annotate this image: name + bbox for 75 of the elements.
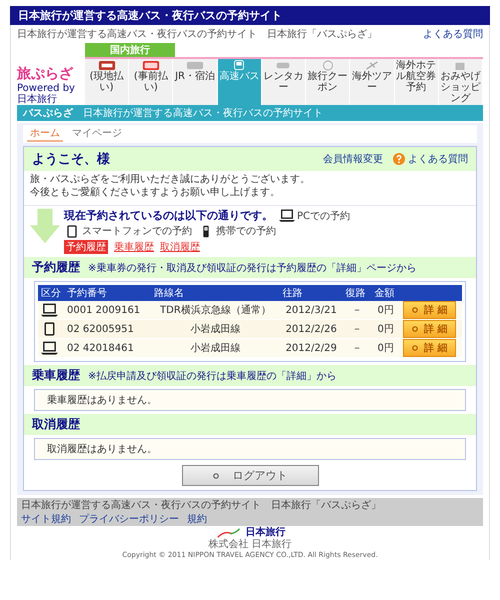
column-header: 往路 [280, 285, 343, 301]
table-cell: 0円 [371, 320, 400, 338]
section-note: ※払戻申請及び領収証の発行は乗車履歴の「詳細」から [88, 370, 336, 382]
help-link[interactable]: よくある質問 [423, 27, 483, 41]
header-link[interactable]: よくある質問 [393, 152, 468, 166]
badge-icon [98, 60, 116, 71]
table-cell: － [342, 338, 372, 358]
help-icon [393, 153, 405, 165]
site-logo[interactable]: 旅ぷらざ [17, 65, 81, 83]
sub-tagline: 日本旅行が運営する高速バス・夜行バスの予約サイト [83, 106, 323, 120]
table-cell: 0円 [371, 301, 400, 320]
logout-button[interactable]: ログアウト [182, 465, 318, 486]
nav-tab[interactable]: 海外ホテル航空券予約 [394, 59, 439, 105]
footer-logo: 日本旅行 [246, 527, 286, 538]
empty-message: 乗車履歴はありません。 [47, 395, 157, 406]
powered-by-text: Powered by 日本旅行 [17, 83, 76, 105]
table-cell: － [342, 320, 372, 338]
column-header: 金額 [371, 285, 400, 301]
swoosh-logo-icon [214, 528, 242, 538]
section-title: 乗車履歴 [32, 367, 80, 384]
footer-link[interactable]: サイト規約 [21, 512, 71, 526]
nav-tab[interactable]: 海外ツアー [350, 59, 395, 105]
table-cell: 2012/2/29 [280, 338, 343, 358]
nav-tab[interactable]: レンタカー [262, 59, 306, 105]
table-cell: 小岩成田線 [151, 320, 280, 338]
bullet-icon [412, 345, 418, 351]
table-cell: － [342, 301, 372, 320]
table-cell: 02 62005951 [64, 320, 152, 338]
empty-message: 取消履歴はありません。 [47, 444, 157, 455]
welcome-message: 旅・バスぷらざをご利用いただき誠にありがとうございます。 今後ともご愛顧くださいますようお願い申し上げます。 [24, 171, 476, 206]
column-header: 復路 [342, 285, 372, 301]
nav-tab[interactable]: (事前払い) [129, 59, 174, 105]
table-cell: 小岩成田線 [151, 338, 280, 358]
breadcrumb-tab[interactable]: ホーム [27, 126, 63, 142]
footer-tagline: 日本旅行が運営する高速バス・夜行バスの予約サイト 日本旅行「バスぷらざ」 [21, 498, 381, 512]
badge-icon [142, 60, 160, 71]
footer-link[interactable]: 規約 [187, 512, 207, 526]
history-tab[interactable]: 取消履歴 [160, 240, 200, 254]
column-header: 予約番号 [64, 285, 152, 301]
legend-label: PCでの予約 [297, 210, 350, 222]
nav-tab[interactable]: 旅行クーポン [306, 59, 350, 105]
bullet-icon [412, 307, 418, 313]
legend-label: スマートフォンでの予約 [82, 225, 192, 238]
history-tab[interactable]: 予約履歴 [64, 240, 108, 254]
down-arrow-icon [30, 208, 60, 244]
nav-tab[interactable]: おみやげショッピング [438, 59, 483, 105]
legend-label: 携帯での予約 [216, 224, 276, 238]
section-title: 予約履歴 [32, 259, 80, 276]
bullet-icon [412, 326, 418, 332]
column-header: 路線名 [151, 285, 280, 301]
section-note: ※乗車券の発行・取消及び領収証の発行は予約履歴の「詳細」ページから [88, 262, 416, 274]
section-title: 取消履歴 [32, 416, 80, 433]
header-link[interactable]: 会員情報変更 [323, 152, 383, 166]
table-cell: TDR横浜京急線（通常） [151, 301, 280, 320]
breadcrumb-tab[interactable]: マイページ [69, 126, 125, 142]
site-title: 日本旅行が運営する高速バス・夜行バスの予約サイト [18, 9, 282, 22]
nav-tab[interactable]: JR・宿泊 [173, 59, 218, 105]
nav-tab[interactable]: (現地払い) [85, 59, 130, 105]
table-cell: 2012/2/26 [280, 320, 343, 338]
table-cell: 0円 [371, 338, 400, 358]
nav-group-label: 国内旅行 [85, 43, 175, 57]
tagline: 日本旅行が運営する高速バス・夜行バスの予約サイト 日本旅行「バスぷらざ」 [17, 28, 377, 41]
company-name: 株式会社 日本旅行 [208, 539, 292, 551]
table-cell: 0001 2009161 [64, 301, 152, 320]
column-header: 区分 [38, 285, 64, 301]
footer-link[interactable]: プライバシーポリシー [79, 512, 179, 526]
laptop-icon [41, 341, 58, 355]
bullet-icon [212, 472, 218, 478]
history-tab[interactable]: 乗車履歴 [114, 240, 154, 254]
welcome-title: ようこそ、様 [32, 151, 111, 168]
laptop-icon [279, 209, 295, 222]
laptop-icon [41, 303, 58, 317]
table-cell: 2012/3/21 [280, 301, 343, 320]
table-cell: 02 42018461 [64, 338, 152, 358]
reservation-intro: 現在予約されているのは以下の通りです。 [64, 208, 273, 223]
